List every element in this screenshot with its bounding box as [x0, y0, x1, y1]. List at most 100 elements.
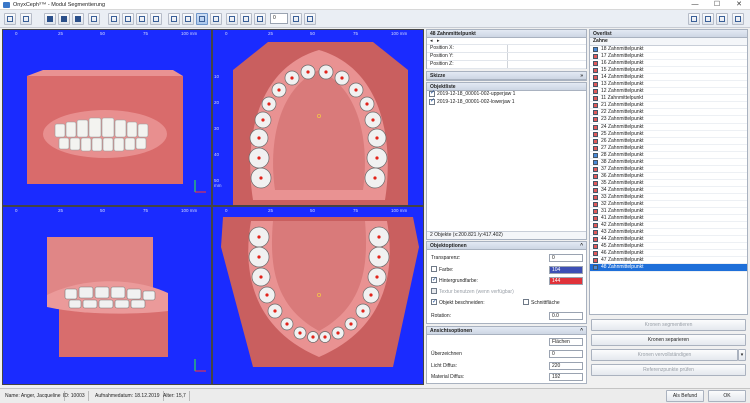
bg-color-input[interactable]: 144 [549, 277, 583, 285]
overview-row[interactable]: 47 Zahnmittelpunkt [590, 257, 747, 265]
gear-icon[interactable] [702, 13, 714, 25]
rotate-icon[interactable] [108, 13, 120, 25]
collapse-icon[interactable]: ^ [580, 242, 583, 250]
transparency-input[interactable]: 0 [549, 254, 583, 262]
overview-row-label: 27 Zahnmittelpunkt [601, 144, 644, 151]
viewport-front[interactable]: 0 25 50 75 100 mm [2, 29, 212, 206]
tool-a-icon[interactable] [226, 13, 238, 25]
ok-button[interactable]: OK [708, 390, 746, 402]
object-item[interactable]: 2019-12-18_00001-002-upperjaw 1 [427, 90, 586, 99]
object-options-title[interactable]: Objektoptionen ^ [427, 242, 586, 250]
next-point-icon[interactable]: ▸ [437, 38, 440, 44]
object-checkbox[interactable] [429, 98, 435, 105]
tool-c-icon[interactable] [254, 13, 266, 25]
trim-checkbox[interactable] [431, 298, 437, 305]
viewport-lower-occlusal[interactable]: 0 25 50 75 100 mm [212, 206, 424, 385]
overview-row[interactable]: 16 Zahnmittelpunkt [590, 60, 747, 68]
overdraw-input[interactable]: 0 [549, 350, 583, 358]
overview-row[interactable]: 11 Zahnmittelpunkt [590, 95, 747, 103]
overview-row[interactable]: 36 Zahnmittelpunkt [590, 173, 747, 180]
viewport-upper-occlusal[interactable]: 0 25 50 75 100 mm 10 20 30 40 50 mm [212, 29, 424, 206]
share-icon[interactable] [168, 13, 180, 25]
segment-crowns-button[interactable]: Kronen segmentieren [591, 319, 746, 331]
overview-row[interactable]: 21 Zahnmittelpunkt [590, 102, 747, 110]
overview-row[interactable]: 15 Zahnmittelpunkt [590, 67, 747, 75]
help-icon[interactable] [732, 13, 744, 25]
layout-list-icon[interactable] [72, 13, 84, 25]
overview-row[interactable]: 34 Zahnmittelpunkt [590, 187, 747, 194]
view-options-title[interactable]: Ansichtsoptionen ^ [427, 327, 586, 335]
zoom-icon[interactable] [136, 13, 148, 25]
overview-row[interactable]: 48 Zahnmittelpunkt [590, 264, 747, 272]
overview-row[interactable]: 31 Zahnmittelpunkt [590, 208, 747, 216]
position-z-field[interactable] [507, 61, 585, 68]
surface-select[interactable]: Flächen [549, 338, 583, 346]
view-mode-icon[interactable] [20, 13, 32, 25]
reset-view-icon[interactable] [150, 13, 162, 25]
print-icon[interactable] [716, 13, 728, 25]
find-button[interactable]: Als Befund [666, 390, 704, 402]
overview-row[interactable]: 17 Zahnmittelpunkt [590, 53, 747, 61]
overview-row[interactable]: 38 Zahnmittelpunkt [590, 159, 747, 166]
settings-icon[interactable] [4, 13, 16, 25]
overview-row[interactable]: 24 Zahnmittelpunkt [590, 124, 747, 131]
close-button[interactable]: ✕ [728, 0, 750, 10]
rotation-value-input[interactable]: 0.0 [549, 312, 583, 320]
check-ref-points-button[interactable]: Referenzpunkte prüfen [591, 364, 746, 376]
complete-crowns-button[interactable]: Kronen vervollständigen [591, 349, 738, 361]
object-item[interactable]: 2019-12-18_00001-002-lowerjaw 1 [427, 98, 586, 107]
position-y-field[interactable] [507, 53, 585, 60]
color-input[interactable]: 104 [549, 266, 583, 274]
material-input[interactable]: 192 [549, 373, 583, 381]
bg-color-checkbox[interactable] [431, 276, 437, 283]
tool-b-icon[interactable] [240, 13, 252, 25]
screenshot-icon[interactable] [688, 13, 700, 25]
expand-icon[interactable]: » [580, 72, 583, 80]
overview-row[interactable]: 28 Zahnmittelpunkt [590, 152, 747, 159]
overview-row[interactable]: 26 Zahnmittelpunkt [590, 138, 747, 145]
overview-row[interactable]: 27 Zahnmittelpunkt [590, 145, 747, 152]
overview-row[interactable]: 12 Zahnmittelpunkt [590, 88, 747, 96]
overview-row[interactable]: 23 Zahnmittelpunkt [590, 116, 747, 124]
frame-icon[interactable] [88, 13, 100, 25]
sketch-panel-title[interactable]: Skizze» [427, 72, 586, 80]
rotation-input[interactable]: 0 [270, 13, 288, 24]
spinner-icon[interactable] [290, 13, 302, 25]
layout-single-icon[interactable] [44, 13, 56, 25]
separate-crowns-button[interactable]: Kronen separieren [591, 334, 746, 346]
move-icon[interactable] [122, 13, 134, 25]
overview-row[interactable]: 14 Zahnmittelpunkt [590, 74, 747, 82]
section-checkbox[interactable] [523, 299, 529, 305]
overview-row[interactable]: 25 Zahnmittelpunkt [590, 131, 747, 138]
measure-icon[interactable] [196, 13, 208, 25]
texture-checkbox[interactable] [431, 288, 437, 294]
collapse-icon[interactable]: ^ [580, 327, 583, 335]
overview-row[interactable]: 35 Zahnmittelpunkt [590, 180, 747, 187]
overview-row[interactable]: 45 Zahnmittelpunkt [590, 243, 747, 251]
overview-row[interactable]: 42 Zahnmittelpunkt [590, 222, 747, 230]
maximize-button[interactable]: ☐ [706, 0, 728, 10]
position-x-field[interactable] [507, 45, 585, 52]
grid-toggle-icon[interactable] [304, 13, 316, 25]
overview-row[interactable]: 44 Zahnmittelpunkt [590, 236, 747, 244]
prev-point-icon[interactable]: ◂ [430, 38, 433, 44]
viewport-lateral[interactable]: 0 25 50 75 100 mm [2, 206, 212, 385]
point-icon[interactable] [210, 13, 222, 25]
sketch-panel[interactable]: Skizze» [426, 71, 587, 81]
dropdown-chevron-icon[interactable]: ▾ [738, 349, 746, 361]
select-icon[interactable] [182, 13, 194, 25]
layout-grid-icon[interactable] [58, 13, 70, 25]
overview-row[interactable]: 41 Zahnmittelpunkt [590, 215, 747, 223]
object-checkbox[interactable] [429, 90, 435, 97]
color-checkbox[interactable] [431, 266, 437, 272]
overview-row[interactable]: 43 Zahnmittelpunkt [590, 229, 747, 237]
overview-row[interactable]: 37 Zahnmittelpunkt [590, 166, 747, 173]
diffuse-input[interactable]: 220 [549, 362, 583, 370]
overview-row[interactable]: 13 Zahnmittelpunkt [590, 81, 747, 89]
minimize-button[interactable]: — [684, 0, 706, 10]
overview-row[interactable]: 46 Zahnmittelpunkt [590, 250, 747, 258]
overview-row[interactable]: 22 Zahnmittelpunkt [590, 109, 747, 117]
overview-row[interactable]: 32 Zahnmittelpunkt [590, 201, 747, 209]
overview-row[interactable]: 18 Zahnmittelpunkt [590, 46, 747, 54]
overview-row[interactable]: 33 Zahnmittelpunkt [590, 194, 747, 202]
